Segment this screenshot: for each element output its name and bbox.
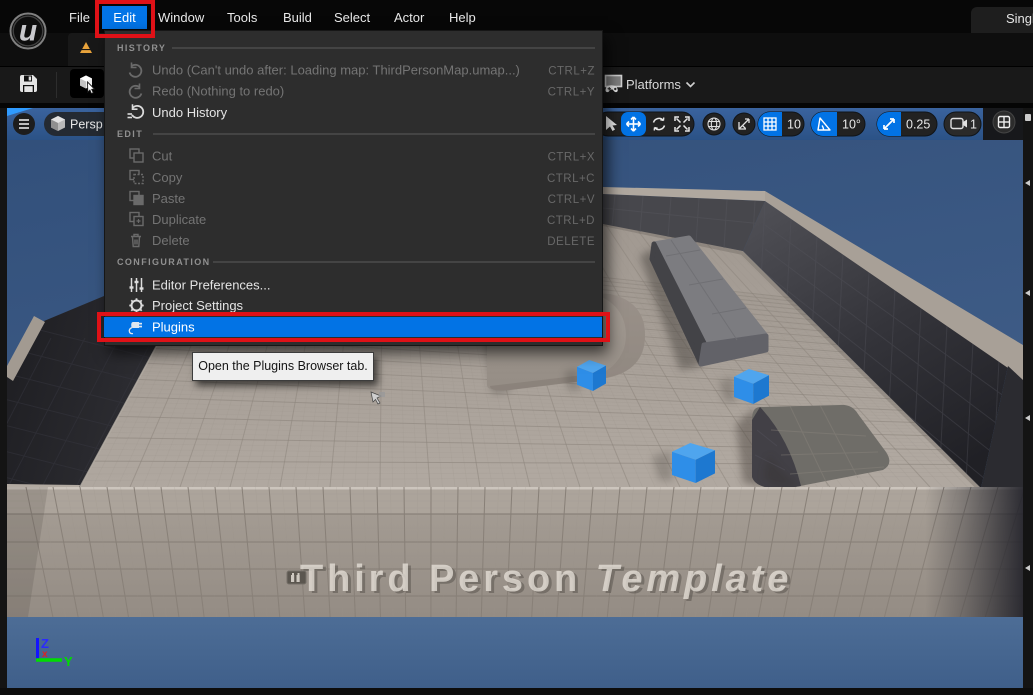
svg-text:Paste: Paste bbox=[152, 191, 185, 206]
svg-text:Copy: Copy bbox=[152, 170, 183, 185]
svg-text:CTRL+X: CTRL+X bbox=[548, 152, 595, 164]
svg-text:EDIT: EDIT bbox=[117, 129, 143, 139]
svg-text:1: 1 bbox=[970, 118, 977, 132]
svg-text:10: 10 bbox=[787, 118, 801, 132]
svg-text:0.25: 0.25 bbox=[906, 118, 930, 132]
svg-text:Duplicate: Duplicate bbox=[152, 212, 206, 227]
svg-text:u: u bbox=[19, 15, 37, 48]
svg-text:Editor Preferences...: Editor Preferences... bbox=[152, 278, 271, 293]
svg-text:CTRL+Z: CTRL+Z bbox=[548, 66, 595, 78]
svg-text:HISTORY: HISTORY bbox=[117, 43, 166, 53]
svg-text:Redo (Nothing to redo): Redo (Nothing to redo) bbox=[152, 84, 284, 99]
svg-text:Third Person Template: Third Person Template bbox=[300, 558, 792, 600]
svg-text:10°: 10° bbox=[842, 118, 861, 132]
svg-text:Undo (Can't undo after: Loadin: Undo (Can't undo after: Loading map: Thi… bbox=[152, 63, 520, 78]
svg-text:x: x bbox=[42, 649, 48, 660]
svg-text:CONFIGURATION: CONFIGURATION bbox=[117, 257, 211, 267]
svg-text:CTRL+D: CTRL+D bbox=[547, 215, 595, 227]
svg-text:DELETE: DELETE bbox=[547, 236, 595, 248]
svg-text:CTRL+C: CTRL+C bbox=[547, 173, 595, 185]
svg-text:Project Settings: Project Settings bbox=[152, 298, 244, 313]
svg-text:Delete: Delete bbox=[152, 233, 190, 248]
svg-text:CTRL+Y: CTRL+Y bbox=[548, 87, 595, 99]
svg-text:Y: Y bbox=[64, 654, 73, 669]
svg-text:Persp: Persp bbox=[70, 118, 103, 132]
svg-text:Undo History: Undo History bbox=[152, 105, 228, 120]
svg-text:Cut: Cut bbox=[152, 149, 173, 164]
svg-text:CTRL+V: CTRL+V bbox=[548, 194, 595, 206]
